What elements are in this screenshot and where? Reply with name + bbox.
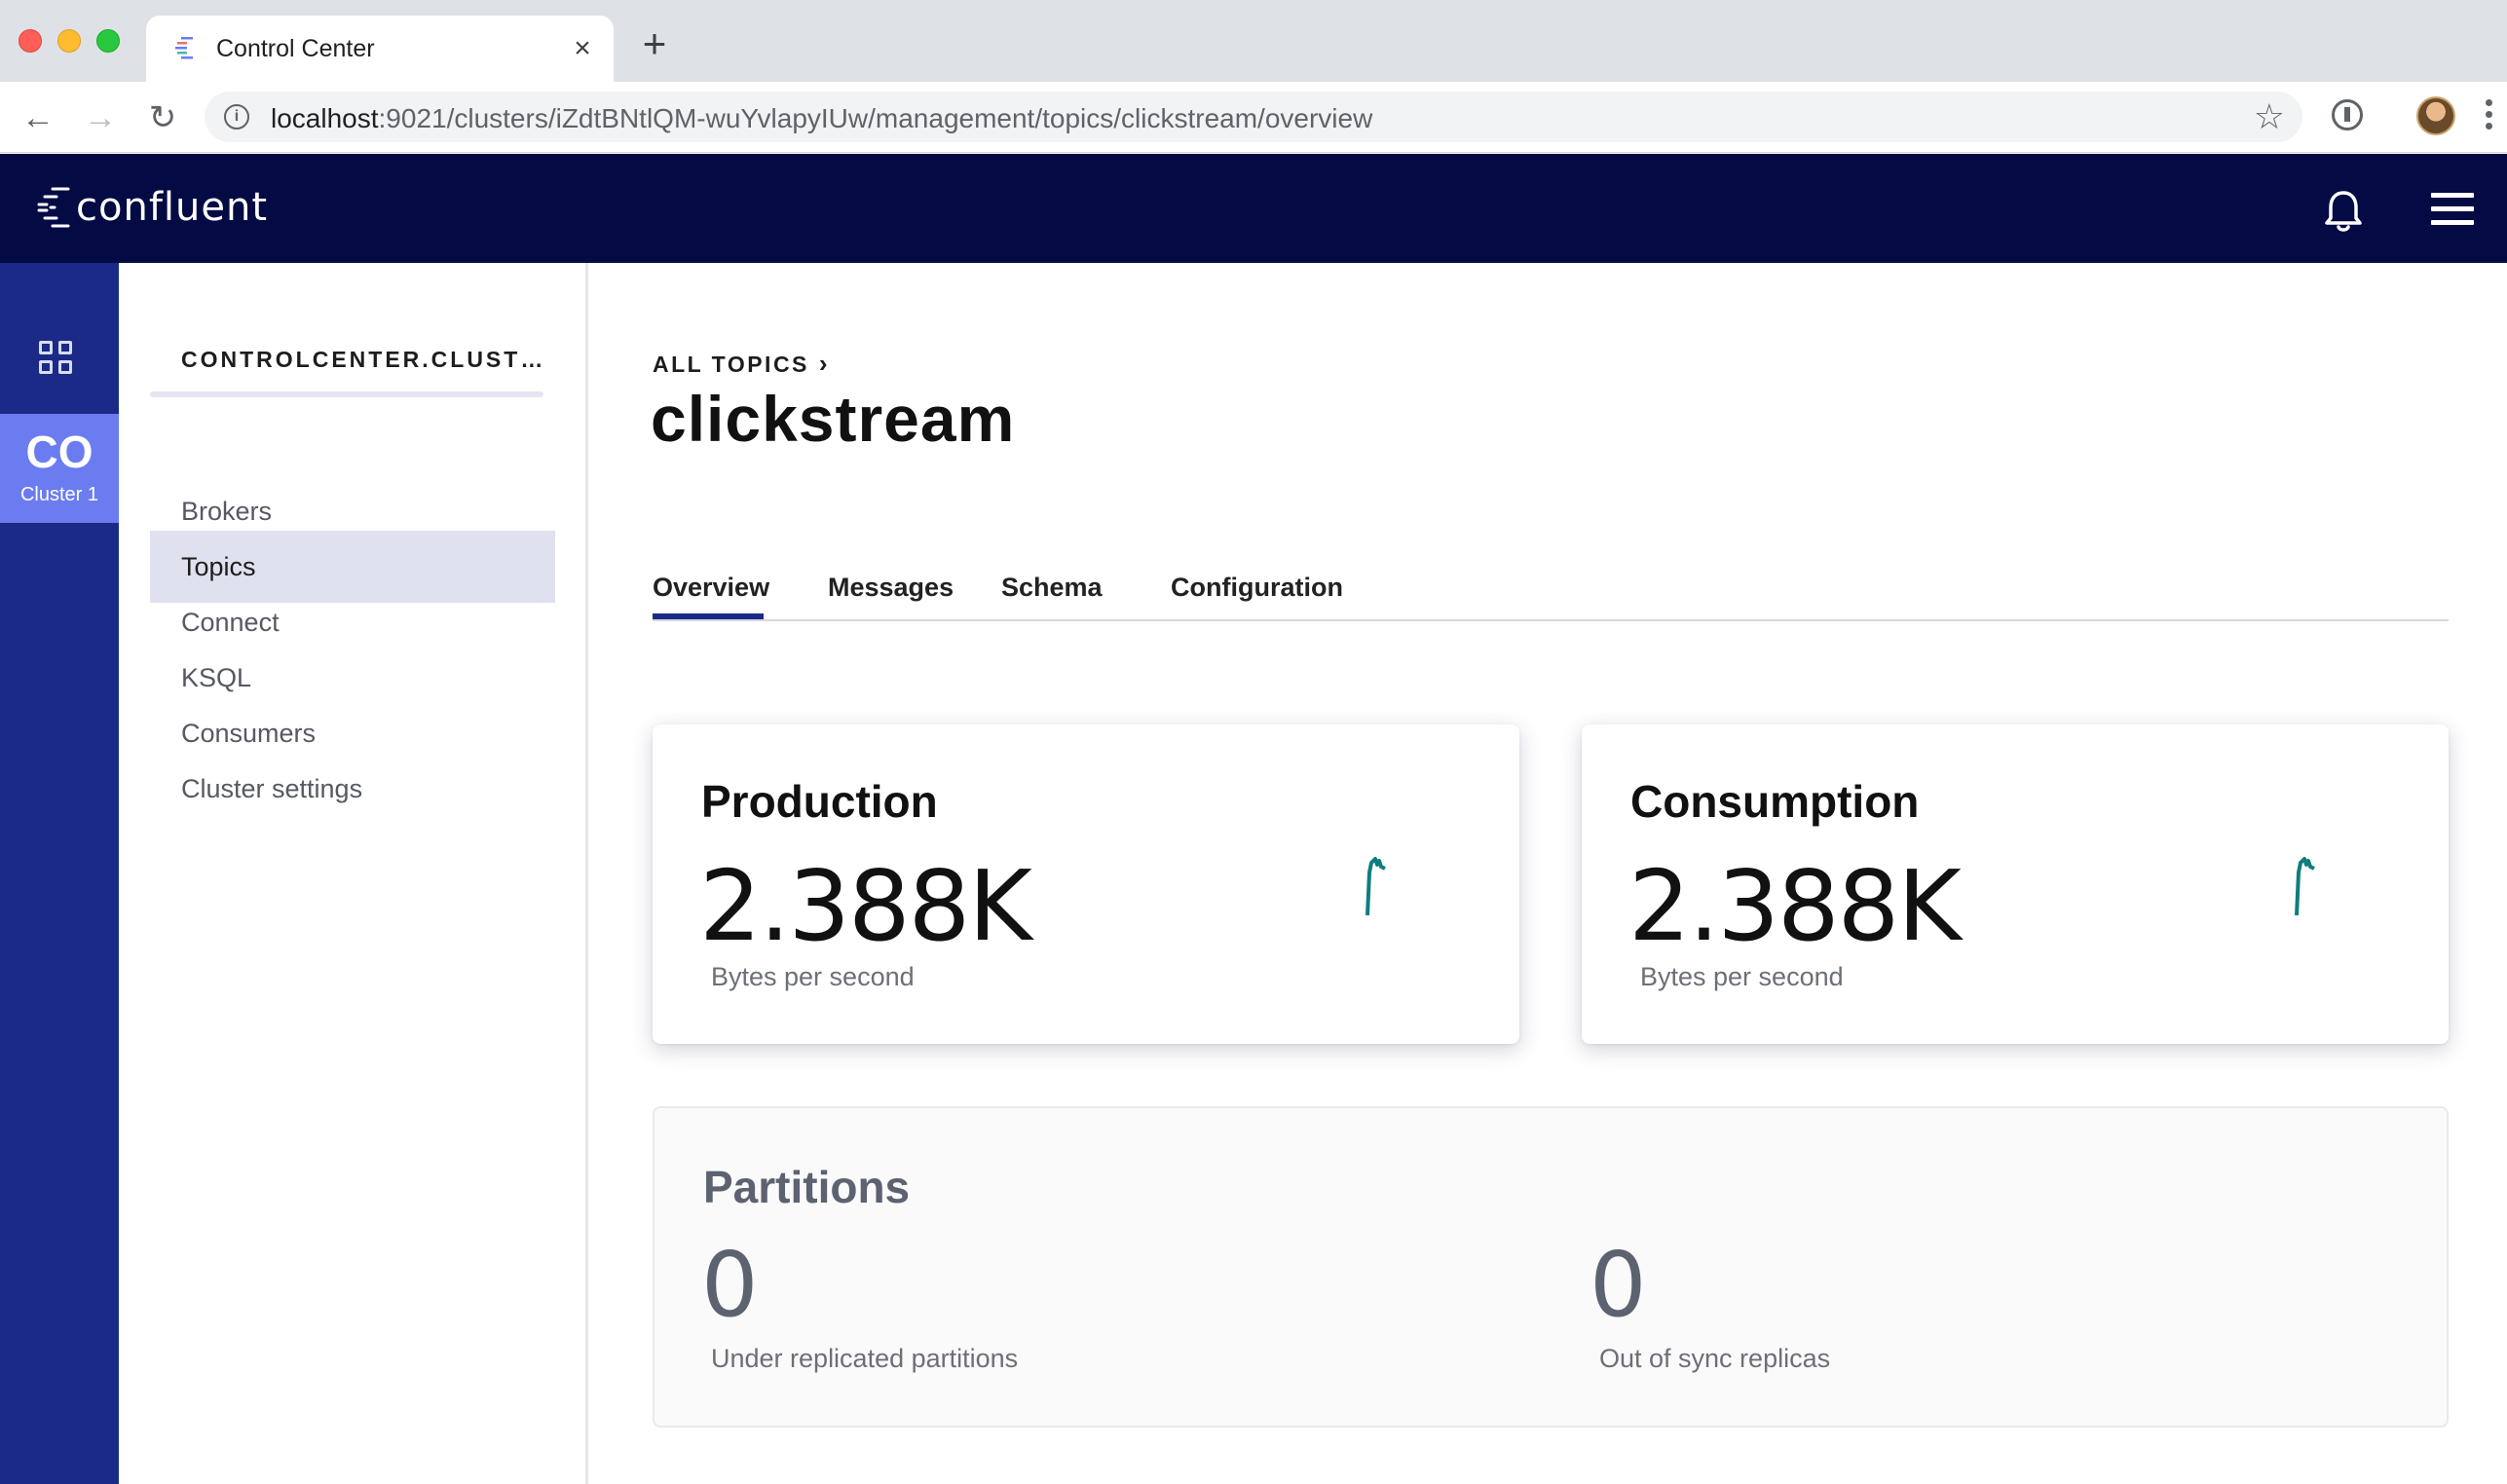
confluent-logo[interactable]: confluent bbox=[35, 185, 268, 230]
production-title: Production bbox=[701, 776, 938, 827]
browser-tab[interactable]: Control Center × bbox=[146, 16, 614, 82]
sidebar-item-cluster-settings[interactable]: Cluster settings bbox=[150, 753, 555, 825]
profile-avatar[interactable] bbox=[2416, 96, 2455, 135]
consumption-title: Consumption bbox=[1630, 776, 1920, 827]
cluster-switcher-item[interactable]: CO Cluster 1 bbox=[0, 414, 119, 523]
address-bar[interactable]: i localhost:9021/clusters/iZdtBNtlQM-wuY… bbox=[205, 92, 2302, 142]
breadcrumb: ALL TOPICS › bbox=[653, 349, 830, 379]
tab-schema[interactable]: Schema bbox=[1001, 573, 1103, 621]
browser-tab-title: Control Center bbox=[216, 35, 375, 62]
tab-configuration[interactable]: Configuration bbox=[1171, 573, 1343, 621]
cluster-abbreviation: CO bbox=[25, 427, 94, 477]
cluster-title-divider bbox=[150, 391, 543, 397]
confluent-logo-mark-icon bbox=[37, 187, 70, 228]
tab-messages[interactable]: Messages bbox=[828, 573, 954, 621]
maximize-window-button[interactable] bbox=[96, 29, 120, 53]
under-replicated-label: Under replicated partitions bbox=[711, 1344, 1019, 1373]
reload-icon[interactable]: ↻ bbox=[142, 97, 183, 138]
minimize-window-button[interactable] bbox=[57, 29, 81, 53]
close-tab-icon[interactable]: × bbox=[567, 33, 598, 64]
main-content: ALL TOPICS › clickstream Overview Message… bbox=[590, 263, 2507, 1484]
consumption-card[interactable]: Consumption 2.388K Bytes per second bbox=[1582, 724, 2449, 1044]
production-sparkline bbox=[1366, 857, 1386, 916]
production-card[interactable]: Production 2.388K Bytes per second bbox=[653, 724, 1519, 1044]
consumption-sparkline bbox=[2295, 857, 2315, 916]
breadcrumb-all-topics-link[interactable]: ALL TOPICS bbox=[653, 352, 809, 377]
page-title: clickstream bbox=[651, 383, 1016, 455]
production-unit: Bytes per second bbox=[711, 962, 915, 991]
site-info-icon[interactable]: i bbox=[224, 104, 249, 130]
forward-arrow-icon[interactable]: → bbox=[80, 97, 121, 138]
out-of-sync-value: 0 bbox=[1590, 1233, 1647, 1337]
under-replicated-value: 0 bbox=[701, 1233, 759, 1337]
browser-tab-bar: Control Center × + bbox=[0, 0, 2507, 82]
consumption-value: 2.388K bbox=[1628, 849, 1962, 963]
grid-icon[interactable] bbox=[39, 341, 74, 376]
cluster-name: Cluster 1 bbox=[19, 484, 99, 505]
chevron-right-icon: › bbox=[818, 349, 831, 378]
consumption-unit: Bytes per second bbox=[1640, 962, 1844, 991]
confluent-favicon-icon bbox=[175, 37, 193, 59]
notification-bell-icon[interactable] bbox=[2322, 187, 2365, 234]
url-text[interactable]: localhost:9021/clusters/iZdtBNtlQM-wuYvl… bbox=[271, 103, 1372, 134]
bookmark-star-icon[interactable]: ☆ bbox=[2254, 97, 2285, 136]
back-arrow-icon[interactable]: ← bbox=[18, 97, 58, 138]
topic-tabs: Overview Messages Schema Configuration bbox=[653, 573, 2449, 621]
extension-icon[interactable] bbox=[2332, 99, 2363, 130]
partitions-panel: Partitions 0 Under replicated partitions… bbox=[653, 1106, 2449, 1428]
hamburger-menu-icon[interactable] bbox=[2431, 193, 2474, 226]
close-window-button[interactable] bbox=[19, 29, 42, 53]
production-value: 2.388K bbox=[699, 849, 1032, 963]
logo-text: confluent bbox=[76, 185, 269, 230]
active-tab-indicator bbox=[653, 613, 764, 619]
sidebar-nav: CONTROLCENTER.CLUST… Brokers Topics Conn… bbox=[119, 263, 588, 1484]
cluster-rail: CO Cluster 1 bbox=[0, 263, 119, 1484]
app-header: confluent bbox=[0, 154, 2507, 263]
new-tab-icon[interactable]: + bbox=[637, 23, 672, 64]
partitions-title: Partitions bbox=[703, 1162, 911, 1212]
browser-menu-icon[interactable] bbox=[2486, 99, 2495, 138]
browser-toolbar: ← → ↻ i localhost:9021/clusters/iZdtBNtl… bbox=[0, 82, 2507, 153]
out-of-sync-label: Out of sync replicas bbox=[1599, 1344, 1831, 1373]
cluster-title: CONTROLCENTER.CLUST… bbox=[181, 347, 546, 372]
